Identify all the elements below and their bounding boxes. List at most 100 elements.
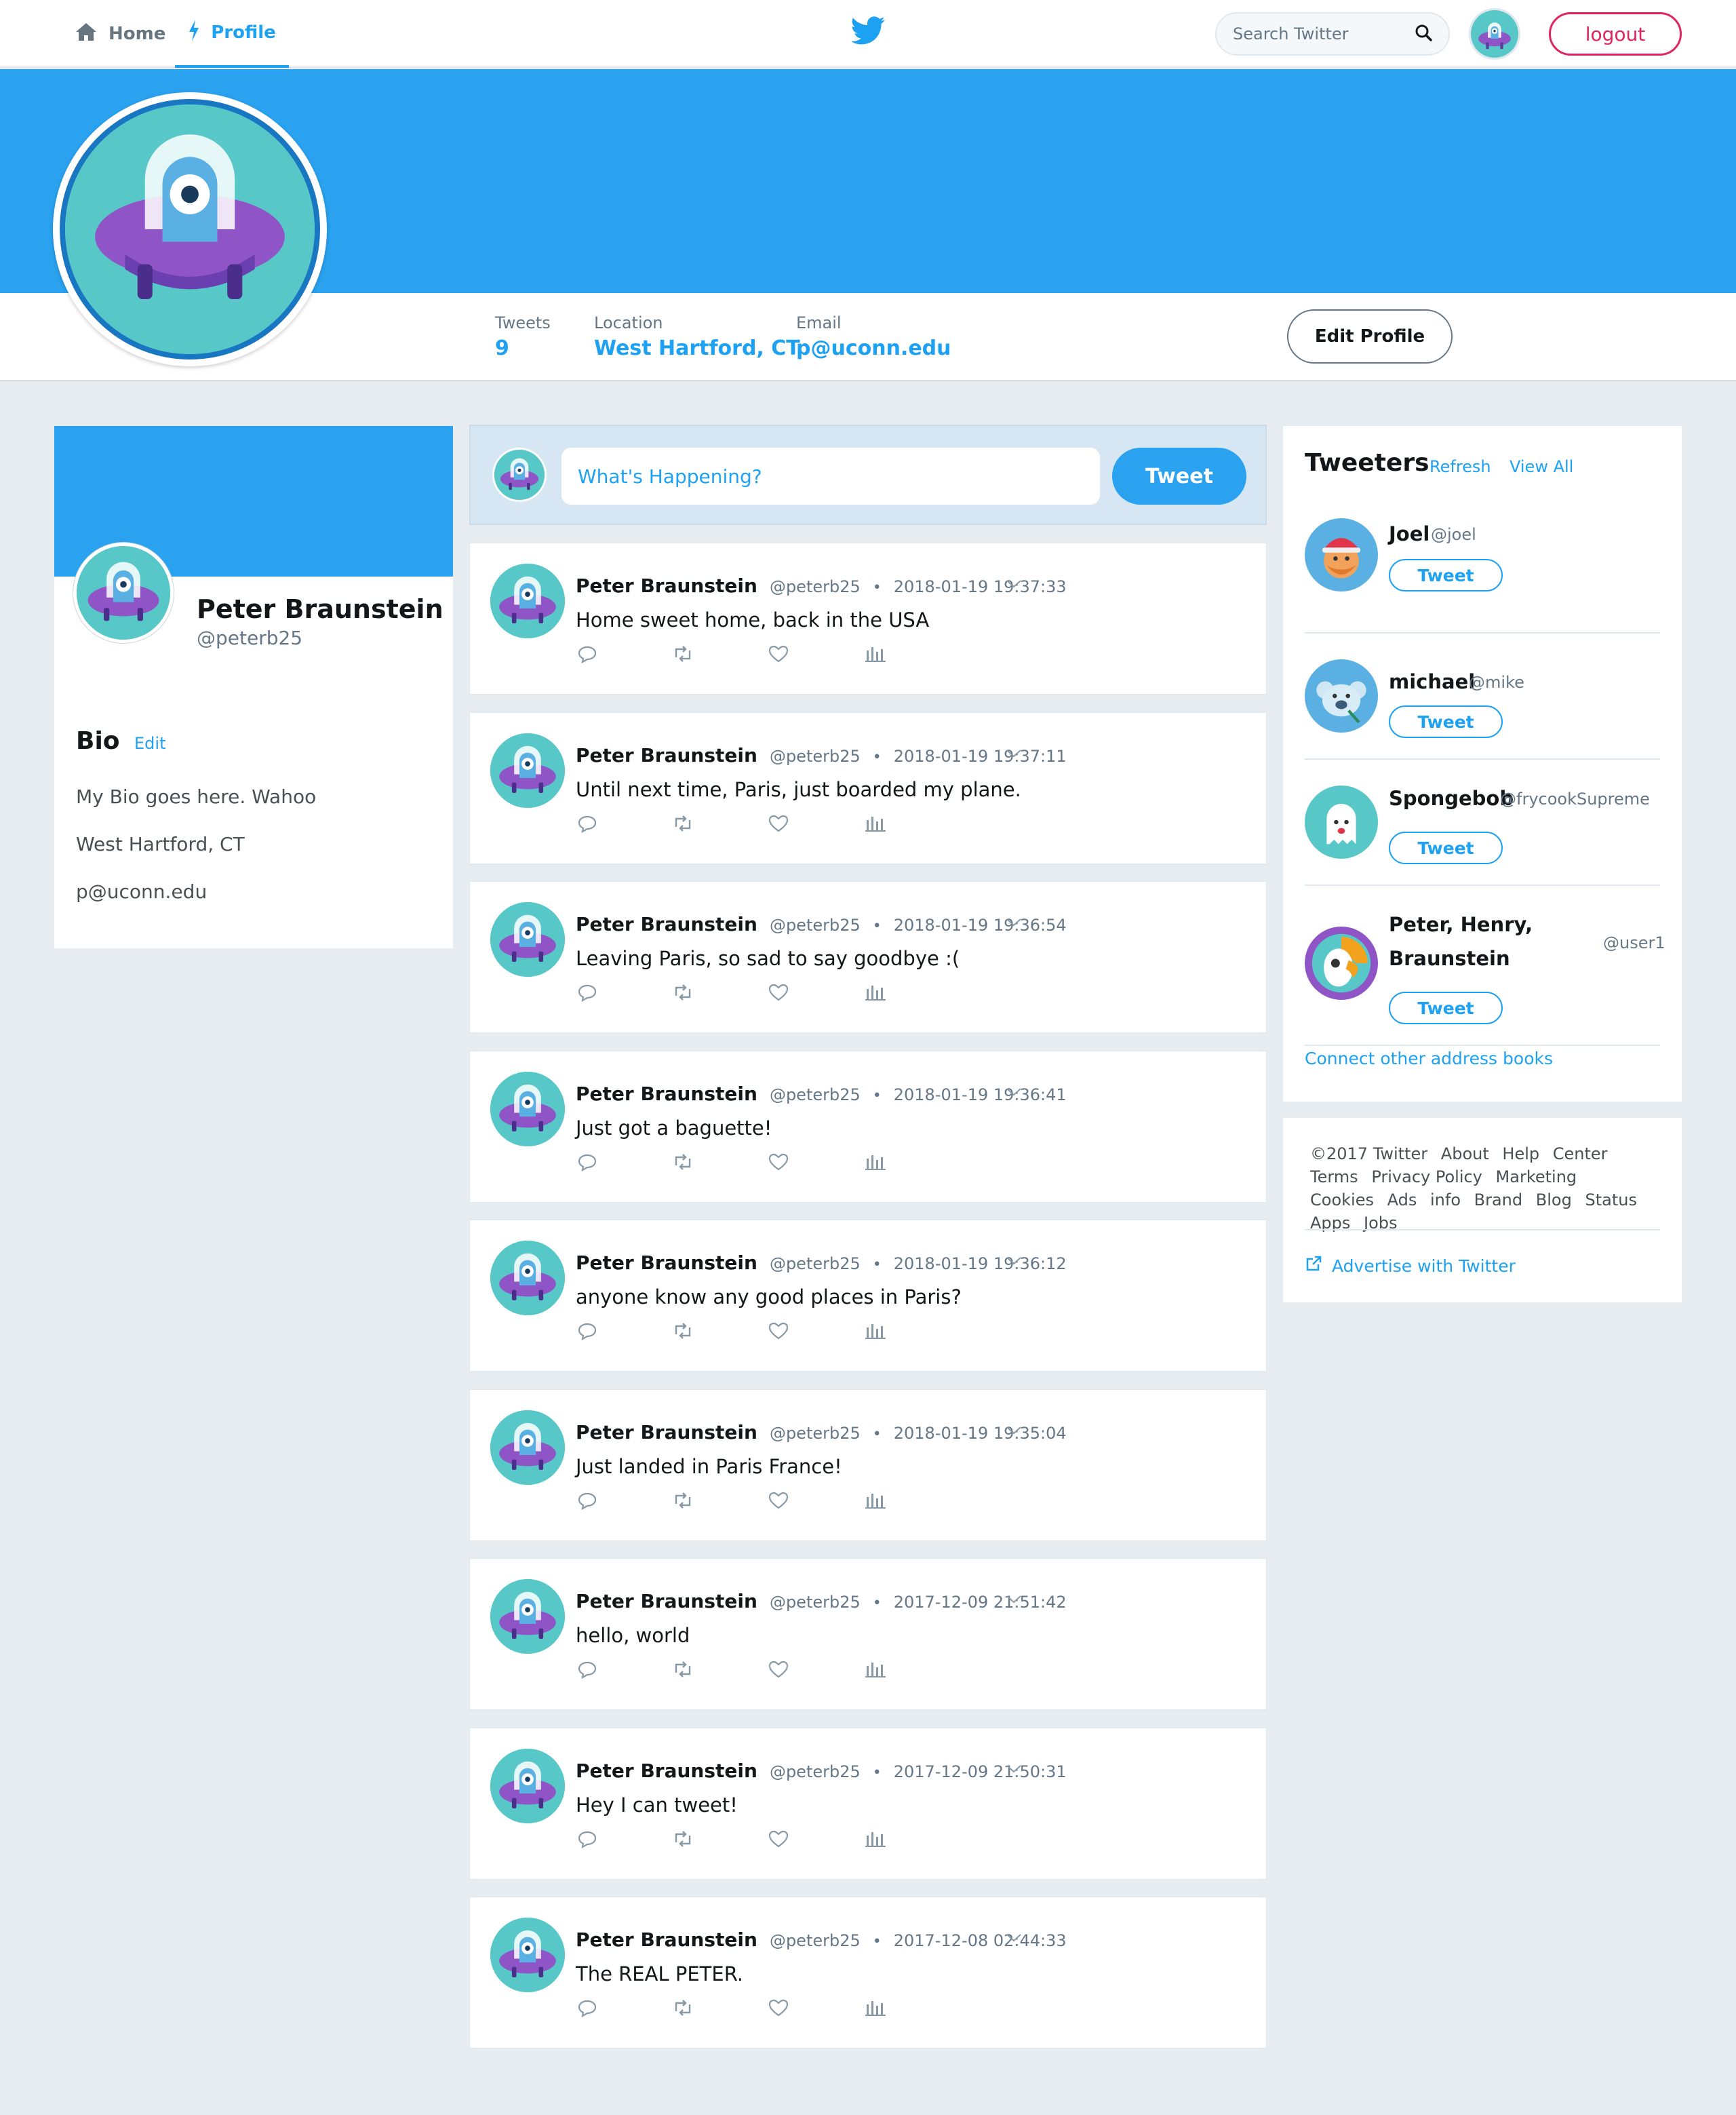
tweeter-avatar-joel[interactable] bbox=[1305, 518, 1378, 591]
reply-icon[interactable] bbox=[577, 984, 597, 1005]
tweet-card[interactable]: Peter Braunstein @peterb25 • 2017-12-09 … bbox=[469, 1558, 1267, 1710]
nav-home[interactable]: Home bbox=[75, 0, 165, 68]
tweet-card[interactable]: Peter Braunstein @peterb25 • 2018-01-19 … bbox=[469, 1389, 1267, 1541]
compose-tweet-input[interactable] bbox=[561, 448, 1100, 505]
analytics-icon[interactable] bbox=[865, 815, 886, 835]
footer-link[interactable]: Brand bbox=[1474, 1190, 1522, 1209]
analytics-icon[interactable] bbox=[865, 984, 886, 1004]
tweet-author-name[interactable]: Peter Braunstein bbox=[576, 913, 757, 935]
reply-icon[interactable] bbox=[577, 1153, 597, 1175]
tweet-avatar[interactable] bbox=[490, 564, 565, 638]
twitter-bird-icon[interactable] bbox=[850, 16, 886, 47]
chevron-down-icon[interactable] bbox=[1006, 1425, 1022, 1438]
tweet-avatar[interactable] bbox=[490, 1918, 565, 1992]
reply-icon[interactable] bbox=[577, 1830, 597, 1852]
search-box[interactable] bbox=[1215, 12, 1450, 56]
footer-link[interactable]: Center bbox=[1553, 1144, 1608, 1163]
edit-profile-button[interactable]: Edit Profile bbox=[1287, 309, 1453, 364]
retweet-icon[interactable] bbox=[672, 1492, 694, 1512]
analytics-icon[interactable] bbox=[865, 1661, 886, 1681]
tweet-card[interactable]: Peter Braunstein @peterb25 • 2018-01-19 … bbox=[469, 881, 1267, 1033]
tweet-author-name[interactable]: Peter Braunstein bbox=[576, 1251, 757, 1274]
retweet-icon[interactable] bbox=[672, 1830, 694, 1850]
tweeter-tweet-button[interactable]: Tweet bbox=[1389, 705, 1503, 738]
tweeter-avatar-michael[interactable] bbox=[1305, 659, 1378, 733]
search-input[interactable] bbox=[1233, 24, 1396, 43]
footer-link[interactable]: Privacy Policy bbox=[1371, 1167, 1482, 1186]
search-icon[interactable] bbox=[1415, 24, 1432, 44]
tweet-author-name[interactable]: Peter Braunstein bbox=[576, 1590, 757, 1612]
chevron-down-icon[interactable] bbox=[1006, 917, 1022, 930]
reply-icon[interactable] bbox=[577, 1999, 597, 2021]
nav-user-avatar[interactable] bbox=[1469, 8, 1520, 60]
footer-link[interactable]: Cookies bbox=[1310, 1190, 1374, 1209]
reply-icon[interactable] bbox=[577, 1661, 597, 1682]
analytics-icon[interactable] bbox=[865, 1999, 886, 2019]
like-heart-icon[interactable] bbox=[768, 984, 789, 1004]
chevron-down-icon[interactable] bbox=[1006, 748, 1022, 761]
tweet-card[interactable]: Peter Braunstein @peterb25 • 2018-01-19 … bbox=[469, 1051, 1267, 1203]
tweet-author-name[interactable]: Peter Braunstein bbox=[576, 1421, 757, 1443]
tweeter-avatar-user1[interactable] bbox=[1305, 927, 1378, 1000]
footer-link[interactable]: About bbox=[1441, 1144, 1489, 1163]
chevron-down-icon[interactable] bbox=[1006, 1256, 1022, 1268]
footer-link[interactable]: Ads bbox=[1387, 1190, 1417, 1209]
retweet-icon[interactable] bbox=[672, 815, 694, 835]
stat-location[interactable]: Location West Hartford, CT bbox=[594, 313, 800, 360]
retweet-icon[interactable] bbox=[672, 645, 694, 665]
tweeter-name-line1[interactable]: Peter, Henry, bbox=[1389, 913, 1533, 936]
tweeters-refresh-link[interactable]: Refresh bbox=[1429, 457, 1491, 476]
profile-card-avatar[interactable] bbox=[73, 543, 174, 643]
tweet-card[interactable]: Peter Braunstein @peterb25 • 2018-01-19 … bbox=[469, 712, 1267, 864]
profile-avatar-large[interactable] bbox=[53, 92, 327, 366]
nav-profile[interactable]: Profile bbox=[175, 0, 289, 68]
stat-email[interactable]: Email p@uconn.edu bbox=[796, 313, 951, 360]
footer-link[interactable]: Blog bbox=[1536, 1190, 1572, 1209]
reply-icon[interactable] bbox=[577, 1492, 597, 1513]
retweet-icon[interactable] bbox=[672, 1153, 694, 1173]
advertise-link[interactable]: Advertise with Twitter bbox=[1305, 1255, 1516, 1277]
tweet-avatar[interactable] bbox=[490, 1072, 565, 1146]
profile-card-name[interactable]: Peter Braunstein bbox=[197, 594, 443, 624]
footer-link[interactable]: Marketing bbox=[1496, 1167, 1577, 1186]
reply-icon[interactable] bbox=[577, 645, 597, 667]
like-heart-icon[interactable] bbox=[768, 1492, 789, 1512]
footer-link[interactable]: Help bbox=[1502, 1144, 1539, 1163]
analytics-icon[interactable] bbox=[865, 1153, 886, 1173]
like-heart-icon[interactable] bbox=[768, 1830, 789, 1850]
tweet-avatar[interactable] bbox=[490, 1749, 565, 1823]
tweet-avatar[interactable] bbox=[490, 1410, 565, 1485]
tweeter-avatar-spongebob[interactable] bbox=[1305, 785, 1378, 859]
bio-edit-link[interactable]: Edit bbox=[134, 734, 165, 753]
tweeters-view-all-link[interactable]: View All bbox=[1510, 457, 1573, 476]
like-heart-icon[interactable] bbox=[768, 1153, 789, 1173]
tweet-author-name[interactable]: Peter Braunstein bbox=[576, 575, 757, 597]
tweet-avatar[interactable] bbox=[490, 1579, 565, 1654]
tweeter-name[interactable]: Spongebob bbox=[1389, 787, 1514, 810]
tweet-avatar[interactable] bbox=[490, 733, 565, 808]
footer-link[interactable]: Status bbox=[1585, 1190, 1636, 1209]
stat-tweets[interactable]: Tweets 9 bbox=[495, 313, 551, 360]
tweet-card[interactable]: Peter Braunstein @peterb25 • 2018-01-19 … bbox=[469, 1220, 1267, 1372]
analytics-icon[interactable] bbox=[865, 1830, 886, 1850]
connect-address-books-link[interactable]: Connect other address books bbox=[1305, 1049, 1553, 1068]
tweet-author-name[interactable]: Peter Braunstein bbox=[576, 1928, 757, 1951]
like-heart-icon[interactable] bbox=[768, 1322, 789, 1342]
tweeter-name-line2[interactable]: Braunstein bbox=[1389, 947, 1510, 970]
analytics-icon[interactable] bbox=[865, 645, 886, 665]
chevron-down-icon[interactable] bbox=[1006, 1764, 1022, 1777]
tweeter-tweet-button[interactable]: Tweet bbox=[1389, 559, 1503, 591]
like-heart-icon[interactable] bbox=[768, 1661, 789, 1681]
retweet-icon[interactable] bbox=[672, 1322, 694, 1342]
like-heart-icon[interactable] bbox=[768, 815, 789, 835]
tweeter-tweet-button[interactable]: Tweet bbox=[1389, 832, 1503, 864]
compose-tweet-button[interactable]: Tweet bbox=[1112, 448, 1246, 505]
tweet-avatar[interactable] bbox=[490, 1241, 565, 1315]
retweet-icon[interactable] bbox=[672, 984, 694, 1004]
chevron-down-icon[interactable] bbox=[1006, 1594, 1022, 1607]
retweet-icon[interactable] bbox=[672, 1999, 694, 2019]
reply-icon[interactable] bbox=[577, 815, 597, 836]
logout-button[interactable]: logout bbox=[1549, 12, 1682, 56]
chevron-down-icon[interactable] bbox=[1006, 579, 1022, 591]
footer-link[interactable]: info bbox=[1430, 1190, 1461, 1209]
